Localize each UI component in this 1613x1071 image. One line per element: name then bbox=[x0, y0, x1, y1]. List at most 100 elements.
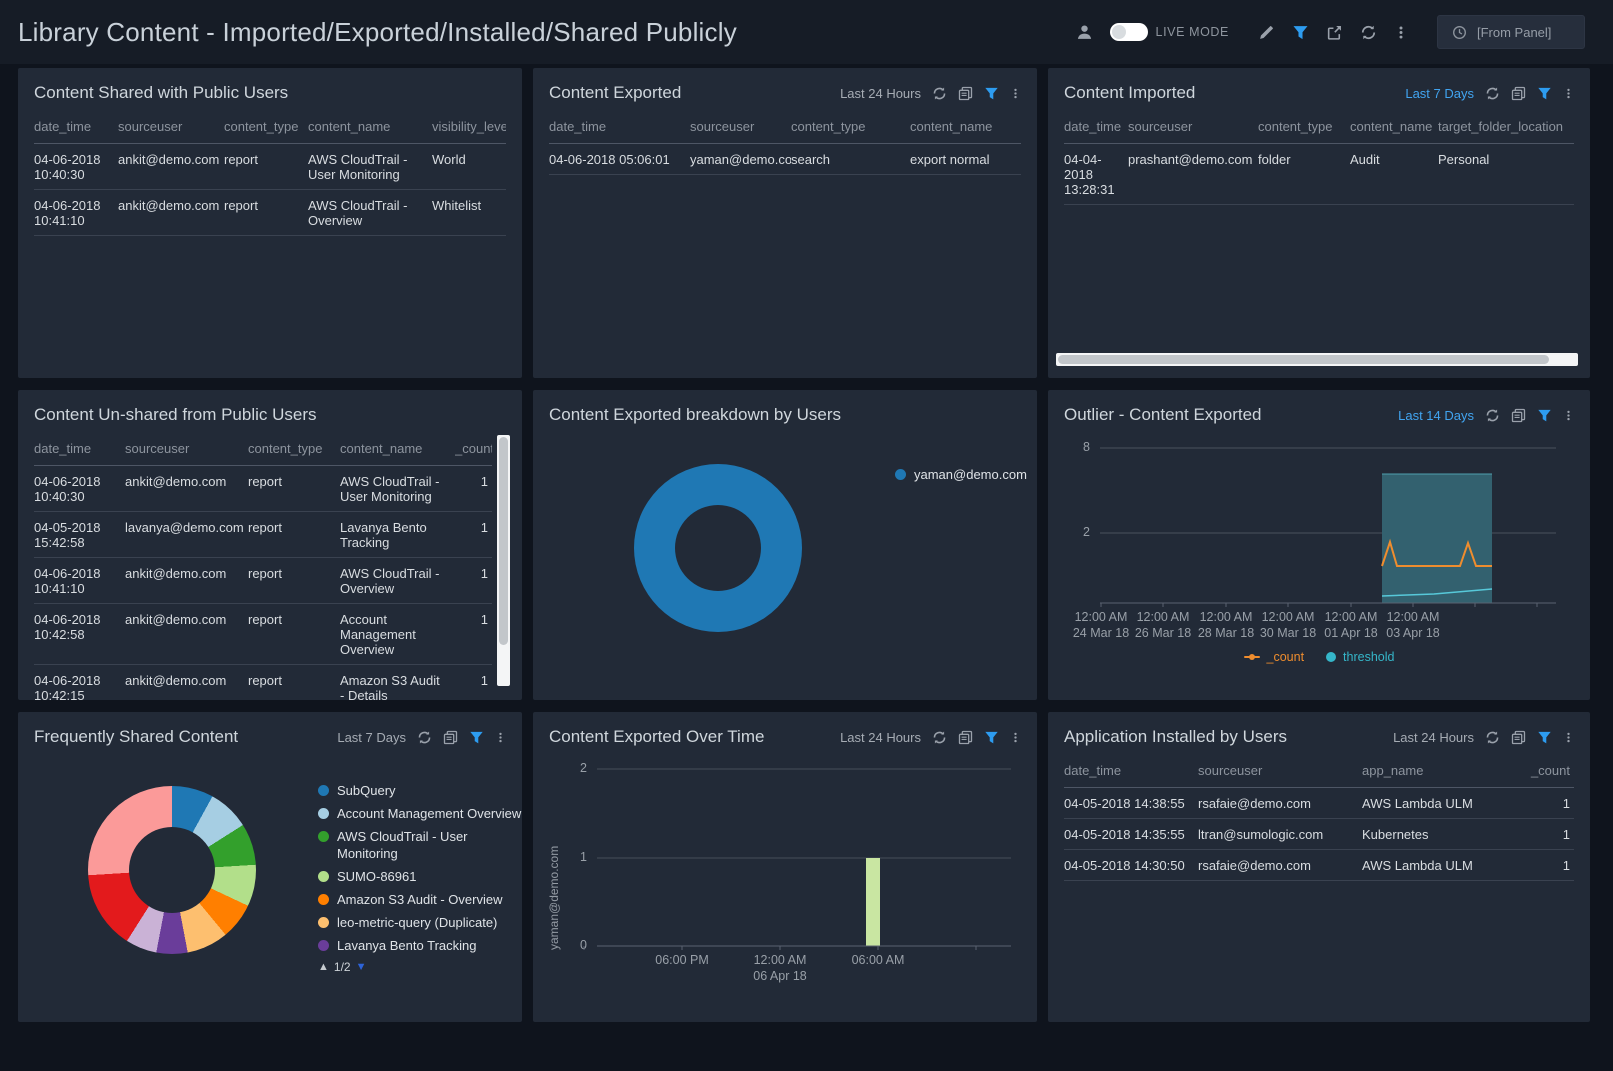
filter-icon[interactable] bbox=[984, 730, 999, 745]
filter-icon[interactable] bbox=[1537, 730, 1552, 745]
export-bar[interactable] bbox=[866, 858, 880, 946]
share-icon[interactable] bbox=[1326, 24, 1343, 41]
scrollbar-thumb[interactable] bbox=[1058, 355, 1549, 364]
table-header-row: date_time sourceuser content_type conten… bbox=[34, 112, 506, 144]
table-row: 04-05-2018 14:30:50 rsafaie@demo.com AWS… bbox=[1064, 850, 1574, 881]
filter-icon[interactable] bbox=[1292, 24, 1309, 41]
panel-content-unshared: Content Un-shared from Public Users date… bbox=[18, 390, 522, 700]
time-range-selector[interactable]: [From Panel] bbox=[1437, 15, 1585, 49]
legend-dot bbox=[318, 871, 329, 882]
content-imported-table: date_time sourceuser content_type conten… bbox=[1064, 112, 1574, 205]
page-indicator: 1/2 bbox=[334, 960, 351, 974]
legend-label: SUMO-86961 bbox=[337, 868, 416, 885]
scrollbar-thumb[interactable] bbox=[499, 437, 508, 645]
legend-item[interactable]: Lavanya Bento Tracking bbox=[318, 937, 522, 954]
copy-icon[interactable] bbox=[443, 730, 458, 745]
legend-item[interactable]: Amazon S3 Audit - Overview bbox=[318, 891, 522, 908]
kebab-menu-icon[interactable] bbox=[1010, 86, 1021, 101]
panel-title: Content Exported breakdown by Users bbox=[549, 405, 841, 425]
user-icon bbox=[1076, 24, 1093, 41]
chart-legend: _count threshold bbox=[1064, 650, 1574, 664]
time-range-label[interactable]: Last 7 Days bbox=[337, 730, 406, 745]
exported-breakdown-donut[interactable] bbox=[634, 464, 802, 632]
refresh-icon[interactable] bbox=[1485, 408, 1500, 423]
chart-legend: SubQuery Account Management Overview AWS… bbox=[318, 782, 522, 974]
legend-item[interactable]: SubQuery bbox=[318, 782, 522, 799]
page-up-icon[interactable]: ▲ bbox=[318, 961, 329, 973]
table-row: 04-06-2018 10:42:15 ankit@demo.com repor… bbox=[34, 665, 492, 701]
x-axis-tick: 12:00 AM03 Apr 18 bbox=[1386, 609, 1440, 641]
legend-item[interactable]: leo-metric-query (Duplicate) bbox=[318, 914, 522, 931]
filter-icon[interactable] bbox=[1537, 408, 1552, 423]
live-mode-toggle[interactable] bbox=[1110, 23, 1148, 41]
time-range-label[interactable]: Last 24 Hours bbox=[840, 86, 921, 101]
kebab-menu-icon[interactable] bbox=[1563, 86, 1574, 101]
table-header-row: date_time sourceuser content_type conten… bbox=[549, 112, 1021, 144]
edit-icon[interactable] bbox=[1258, 24, 1275, 41]
legend-label: Account Management Overview bbox=[337, 805, 521, 822]
page-down-icon[interactable]: ▼ bbox=[356, 961, 367, 973]
table-row: 04-06-2018 10:41:10 ankit@demo.com repor… bbox=[34, 558, 492, 604]
filter-icon[interactable] bbox=[984, 86, 999, 101]
copy-icon[interactable] bbox=[1511, 86, 1526, 101]
kebab-menu-icon[interactable] bbox=[1394, 24, 1408, 41]
threshold-band bbox=[1382, 474, 1492, 603]
refresh-icon[interactable] bbox=[417, 730, 432, 745]
x-axis-tick: 06:00 PM bbox=[655, 952, 709, 968]
legend-item[interactable]: yaman@demo.com bbox=[895, 466, 1027, 483]
legend-item[interactable]: Account Management Overview bbox=[318, 805, 522, 822]
kebab-menu-icon[interactable] bbox=[1563, 730, 1574, 745]
table-row: 04-05-2018 14:38:55 rsafaie@demo.com AWS… bbox=[1064, 788, 1574, 819]
horizontal-scrollbar[interactable] bbox=[1056, 353, 1578, 366]
time-range-label[interactable]: Last 7 Days bbox=[1405, 86, 1474, 101]
filter-icon[interactable] bbox=[469, 730, 484, 745]
refresh-icon[interactable] bbox=[1485, 730, 1500, 745]
filter-icon[interactable] bbox=[1537, 86, 1552, 101]
copy-icon[interactable] bbox=[1511, 408, 1526, 423]
panel-frequently-shared: Frequently Shared Content Last 7 Days Su… bbox=[18, 712, 522, 1022]
kebab-menu-icon[interactable] bbox=[495, 730, 506, 745]
legend-item[interactable]: threshold bbox=[1326, 650, 1394, 664]
copy-icon[interactable] bbox=[1511, 730, 1526, 745]
time-range-label[interactable]: Last 24 Hours bbox=[1393, 730, 1474, 745]
refresh-icon[interactable] bbox=[932, 86, 947, 101]
count-legend-marker bbox=[1244, 652, 1260, 662]
frequently-shared-chart: SubQuery Account Management Overview AWS… bbox=[34, 750, 506, 998]
legend-dot bbox=[318, 894, 329, 905]
table-header-row: date_time sourceuser content_type conten… bbox=[1064, 112, 1574, 144]
legend-label: yaman@demo.com bbox=[914, 466, 1027, 483]
legend-dot bbox=[318, 831, 329, 842]
live-mode-label: LIVE MODE bbox=[1156, 25, 1229, 39]
panel-content-exported: Content Exported Last 24 Hours date_time… bbox=[533, 68, 1037, 378]
page-title: Library Content - Imported/Exported/Inst… bbox=[18, 17, 737, 48]
refresh-icon[interactable] bbox=[1360, 24, 1377, 41]
table-row: 04-05-2018 15:42:58 lavanya@demo.com rep… bbox=[34, 512, 492, 558]
time-range-label[interactable]: Last 24 Hours bbox=[840, 730, 921, 745]
kebab-menu-icon[interactable] bbox=[1010, 730, 1021, 745]
legend-item[interactable]: _count bbox=[1244, 650, 1305, 664]
legend-dot bbox=[318, 785, 329, 796]
panel-title: Application Installed by Users bbox=[1064, 727, 1287, 747]
panel-title: Outlier - Content Exported bbox=[1064, 405, 1261, 425]
table-row: 04-05-2018 14:35:55 ltran@sumologic.com … bbox=[1064, 819, 1574, 850]
kebab-menu-icon[interactable] bbox=[1563, 408, 1574, 423]
time-range-label[interactable]: Last 14 Days bbox=[1398, 408, 1474, 423]
refresh-icon[interactable] bbox=[1485, 86, 1500, 101]
copy-icon[interactable] bbox=[958, 730, 973, 745]
legend-dot bbox=[318, 808, 329, 819]
legend-label: _count bbox=[1267, 650, 1305, 664]
refresh-icon[interactable] bbox=[932, 730, 947, 745]
legend-dot bbox=[318, 917, 329, 928]
copy-icon[interactable] bbox=[958, 86, 973, 101]
legend-item[interactable]: SUMO-86961 bbox=[318, 868, 522, 885]
panel-title: Content Un-shared from Public Users bbox=[34, 405, 317, 425]
frequently-shared-donut[interactable] bbox=[88, 786, 256, 954]
panel-exported-over-time: Content Exported Over Time Last 24 Hours… bbox=[533, 712, 1037, 1022]
table-row: 04-06-2018 10:41:10 ankit@demo.com repor… bbox=[34, 190, 506, 236]
x-axis-tick: 06:00 AM bbox=[852, 952, 905, 968]
x-axis-tick: 12:00 AM06 Apr 18 bbox=[753, 952, 807, 984]
table-row: 04-06-2018 05:06:01 yaman@demo.com searc… bbox=[549, 144, 1021, 175]
legend-item[interactable]: AWS CloudTrail - User Monitoring bbox=[318, 828, 522, 862]
panel-content-imported: Content Imported Last 7 Days date_time s… bbox=[1048, 68, 1590, 378]
vertical-scrollbar[interactable] bbox=[497, 435, 510, 686]
